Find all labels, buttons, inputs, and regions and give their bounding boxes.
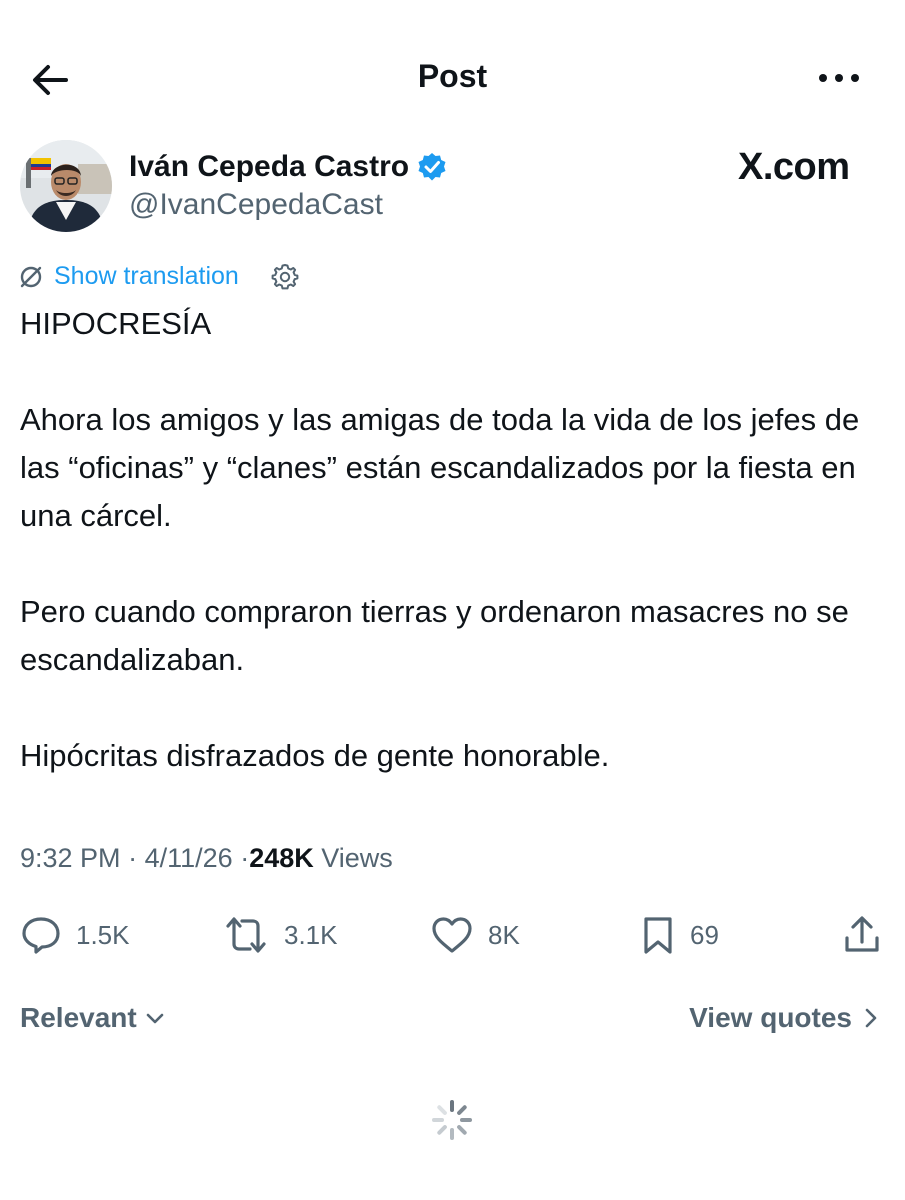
- reply-icon: [22, 917, 60, 954]
- gear-icon: [271, 264, 299, 290]
- author-name-label: Iván Cepeda Castro: [129, 150, 410, 183]
- view-quotes-label: View quotes: [689, 1002, 852, 1033]
- reply-button[interactable]: 1.5K: [20, 914, 130, 956]
- translation-settings-button[interactable]: [270, 262, 300, 292]
- view-quotes-link[interactable]: View quotes: [689, 1002, 880, 1034]
- sort-replies-dropdown[interactable]: Relevant: [20, 1002, 167, 1034]
- tweet-paragraph: HIPOCRESÍA: [20, 306, 212, 341]
- loading-spinner: [430, 1098, 474, 1142]
- views-count: 248K: [249, 843, 314, 873]
- bookmark-count: 69: [690, 919, 719, 950]
- like-icon: [432, 917, 472, 953]
- action-bar: 1.5K 3.1K 8K 69: [0, 906, 905, 966]
- translate-icon: [20, 266, 42, 287]
- tweet-paragraph: Pero cuando compraron tierras y ordenaro…: [20, 594, 849, 677]
- share-icon: [845, 916, 879, 952]
- like-count: 8K: [488, 919, 520, 950]
- chevron-right-icon: [865, 1008, 877, 1028]
- show-translation-label: Show translation: [54, 262, 239, 290]
- tweet-paragraph: Hipócritas disfrazados de gente honorabl…: [20, 738, 610, 773]
- repost-button[interactable]: 3.1K: [222, 914, 338, 956]
- avatar[interactable]: [20, 140, 112, 232]
- chevron-down-icon: [146, 1013, 164, 1024]
- tweet-text: HIPOCRESÍA Ahora los amigos y las amigas…: [20, 300, 890, 780]
- meta-separator: ·: [240, 843, 250, 873]
- bookmark-icon: [644, 917, 672, 954]
- tweet-date[interactable]: 4/11/26: [145, 843, 233, 873]
- more-icon: [819, 74, 859, 82]
- author-name[interactable]: Iván Cepeda Castro: [129, 150, 447, 184]
- repost-count: 3.1K: [284, 919, 338, 950]
- page-title: Post: [417, 58, 488, 94]
- brand-logo-text: X.com: [738, 146, 850, 188]
- tweet-meta: 9:32 PM · 4/11/26 ·248K Views: [20, 843, 393, 874]
- like-button[interactable]: 8K: [430, 914, 520, 956]
- author-handle[interactable]: @IvanCepedaCast: [129, 188, 383, 222]
- tweet-paragraph: Ahora los amigos y las amigas de toda la…: [20, 402, 860, 533]
- show-translation-link[interactable]: Show translation: [18, 262, 239, 291]
- share-button[interactable]: [842, 914, 882, 956]
- meta-separator: ·: [128, 843, 138, 873]
- spinner-icon: [432, 1100, 472, 1140]
- sort-label: Relevant: [20, 1002, 137, 1033]
- more-button[interactable]: [814, 66, 864, 90]
- views-label: Views: [321, 843, 393, 873]
- repost-icon: [226, 917, 266, 953]
- verified-badge-icon: [417, 152, 447, 182]
- reply-count: 1.5K: [76, 919, 130, 950]
- bookmark-button[interactable]: 69: [640, 914, 719, 956]
- tweet-time[interactable]: 9:32 PM: [20, 843, 121, 873]
